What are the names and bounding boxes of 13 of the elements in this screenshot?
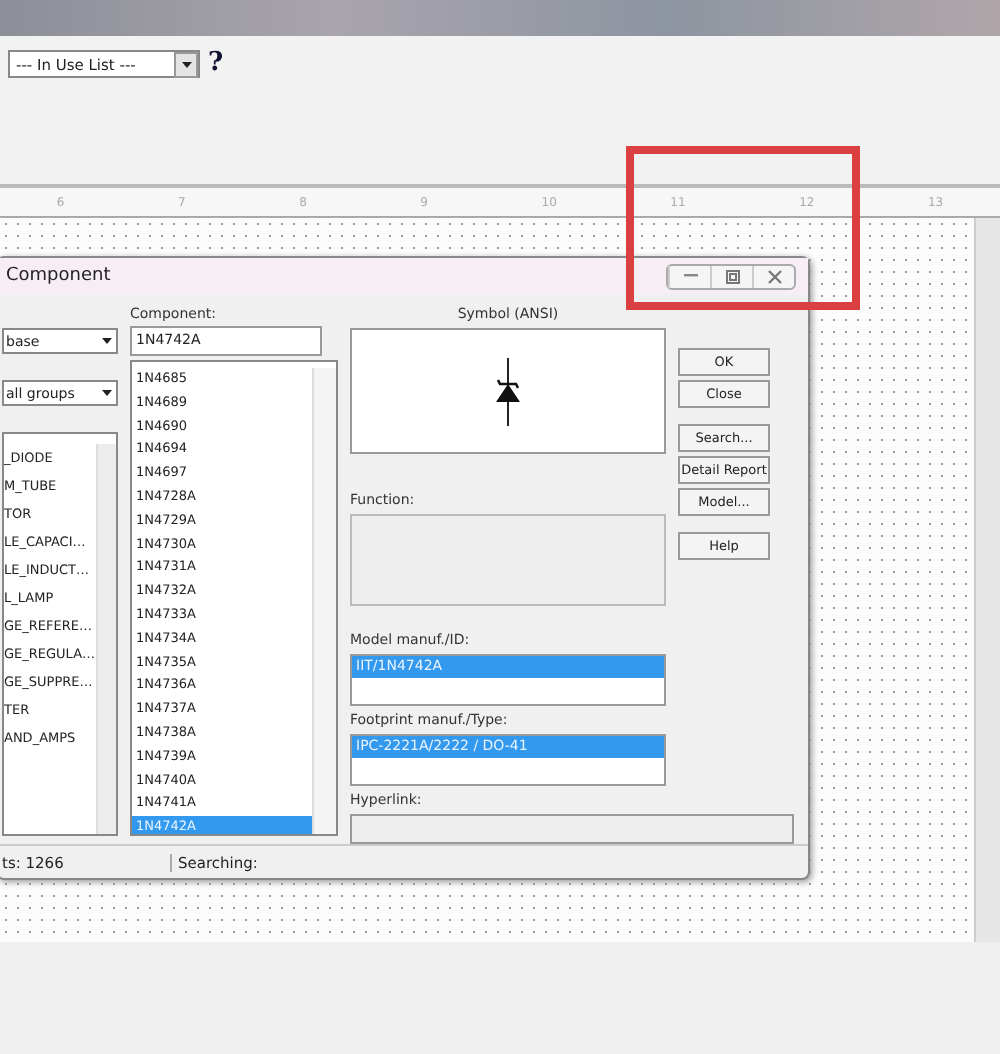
restore-icon[interactable] — [725, 269, 739, 283]
close-icon[interactable] — [767, 269, 781, 283]
vertical-scrollbar[interactable] — [974, 218, 1000, 942]
zener-diode-icon — [494, 357, 522, 426]
minimize-icon[interactable] — [683, 274, 697, 278]
dropdown-arrow-icon — [102, 390, 112, 396]
dropdown-arrow-icon — [102, 338, 112, 344]
list-scrollbar[interactable] — [312, 368, 336, 834]
dropdown-arrow-icon — [181, 61, 191, 67]
hyperlink-field[interactable] — [350, 813, 794, 844]
list-scrollbar[interactable] — [95, 444, 116, 834]
help-button[interactable]: ? — [208, 50, 224, 78]
dialog-title: Component — [6, 266, 111, 286]
